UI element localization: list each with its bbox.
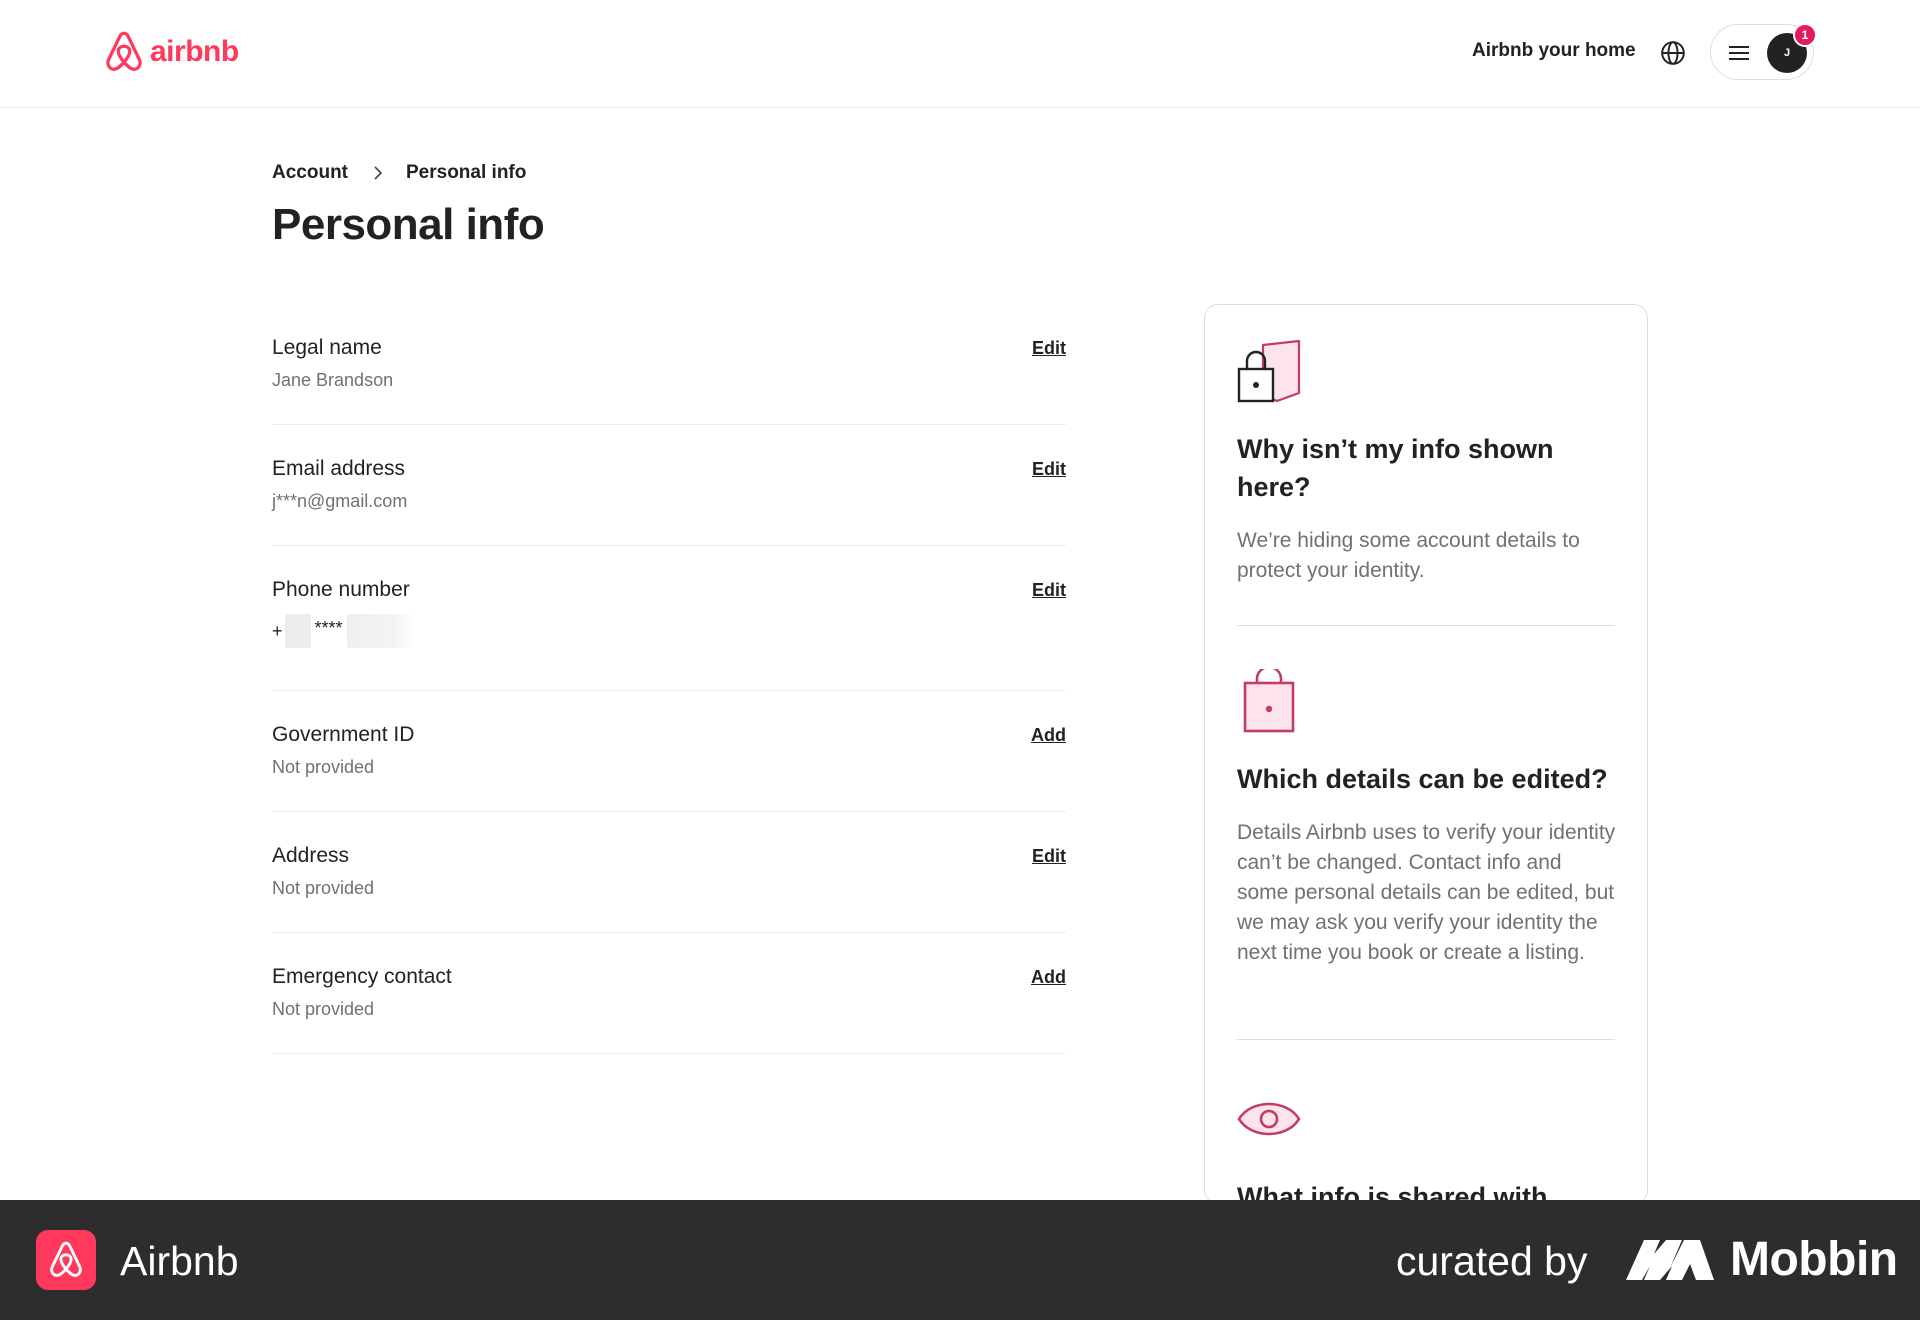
eye-icon bbox=[1237, 1102, 1301, 1136]
redacted-block bbox=[284, 614, 311, 648]
airbnb-logo[interactable]: airbnb bbox=[104, 30, 239, 74]
info-value: Not provided bbox=[272, 878, 375, 898]
personal-info-list: Legal name Jane Brandson Edit Email addr… bbox=[272, 306, 1066, 1054]
add-emergency-contact-button[interactable]: Add bbox=[1031, 967, 1066, 988]
phone-prefix: + bbox=[272, 620, 283, 641]
breadcrumb-account-link[interactable]: Account bbox=[272, 162, 348, 184]
breadcrumb-current: Personal info bbox=[406, 162, 527, 183]
help-heading: Why isn’t my info shown here? bbox=[1237, 434, 1554, 502]
lock-bag-icon bbox=[1243, 665, 1295, 733]
app-name: Airbnb bbox=[120, 1238, 239, 1284]
curated-by-text: curated by bbox=[1396, 1238, 1588, 1284]
airbnb-logo-icon bbox=[50, 1241, 82, 1277]
phone-mask: **** bbox=[314, 617, 343, 638]
edit-address-button[interactable]: Edit bbox=[1032, 846, 1066, 867]
info-label: Address bbox=[272, 844, 350, 867]
edit-legal-name-button[interactable]: Edit bbox=[1032, 338, 1066, 359]
mobbin-logo-icon bbox=[1626, 1240, 1714, 1280]
info-row-legal-name: Legal name Jane Brandson Edit bbox=[272, 306, 1066, 425]
info-row-government-id: Government ID Not provided Add bbox=[272, 691, 1066, 812]
notification-badge: 1 bbox=[1793, 23, 1817, 47]
info-label: Government ID bbox=[272, 723, 415, 746]
divider bbox=[1237, 1039, 1615, 1040]
hamburger-menu-icon bbox=[1729, 46, 1749, 60]
info-row-phone: Phone number + **** Edit bbox=[272, 546, 1066, 691]
edit-phone-button[interactable]: Edit bbox=[1032, 580, 1066, 601]
airbnb-logo-icon bbox=[106, 31, 142, 71]
divider bbox=[1237, 625, 1615, 626]
page-title: Personal info bbox=[272, 200, 545, 249]
edit-email-button[interactable]: Edit bbox=[1032, 459, 1066, 480]
help-section-hidden-info: Why isn’t my info shown here? We’re hidi… bbox=[1237, 339, 1617, 586]
info-value: j***n@gmail.com bbox=[272, 491, 408, 511]
user-menu-button[interactable]: J 1 bbox=[1710, 23, 1817, 80]
info-row-email: Email address j***n@gmail.com Edit bbox=[272, 425, 1066, 546]
airbnb-app-icon bbox=[36, 1230, 96, 1290]
info-help-card: Why isn’t my info shown here? We’re hidi… bbox=[1204, 304, 1648, 1204]
info-row-address: Address Not provided Edit bbox=[272, 812, 1066, 933]
airbnb-your-home-link[interactable]: Airbnb your home bbox=[1472, 40, 1636, 62]
info-row-emergency-contact: Emergency contact Not provided Add bbox=[272, 933, 1066, 1054]
info-label: Emergency contact bbox=[272, 965, 452, 988]
help-section-shared-info: What info is shared with bbox=[1237, 1087, 1617, 1203]
info-value: Not provided bbox=[272, 999, 375, 1019]
help-text: Details Airbnb uses to verify your ident… bbox=[1237, 821, 1616, 964]
add-government-id-button[interactable]: Add bbox=[1031, 725, 1066, 746]
info-label: Email address bbox=[272, 457, 406, 480]
logo-wordmark: airbnb bbox=[150, 35, 239, 68]
attribution-banner: Airbnb curated by Mobbin bbox=[0, 1200, 1920, 1320]
info-value: Not provided bbox=[272, 757, 375, 777]
phone-value: + **** bbox=[272, 614, 1066, 648]
help-section-editable-details: Which details can be edited? Details Air… bbox=[1237, 665, 1617, 968]
help-heading: Which details can be edited? bbox=[1237, 764, 1608, 794]
mobbin-wordmark: Mobbin bbox=[1730, 1233, 1898, 1286]
info-label: Phone number bbox=[272, 578, 410, 601]
top-nav: airbnb Airbnb your home J 1 bbox=[0, 0, 1920, 108]
breadcrumb: Account Personal info bbox=[272, 162, 526, 184]
redacted-block bbox=[346, 614, 415, 648]
lock-shield-icon bbox=[1237, 339, 1301, 403]
help-text: We’re hiding some account details to pro… bbox=[1237, 529, 1580, 582]
info-value: Jane Brandson bbox=[272, 370, 394, 390]
info-label: Legal name bbox=[272, 336, 382, 359]
globe-icon[interactable] bbox=[1660, 40, 1686, 66]
chevron-right-icon bbox=[374, 166, 383, 180]
